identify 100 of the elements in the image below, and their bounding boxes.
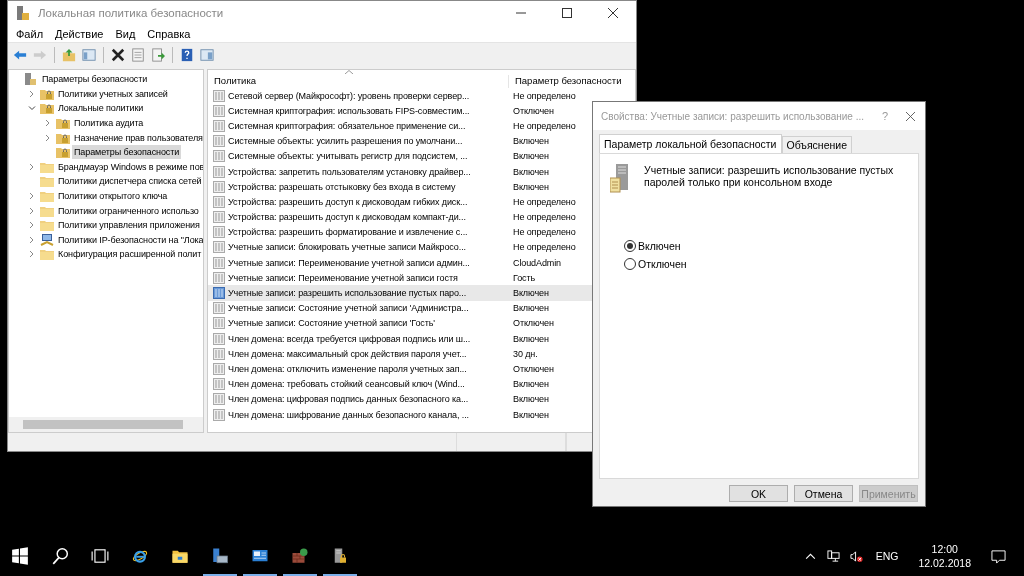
tree-item[interactable]: Параметры безопасности bbox=[40, 72, 150, 87]
policy-name: Член домена: цифровая подпись данных безопасного ка... bbox=[228, 394, 469, 405]
policy-row[interactable]: Системная криптография: обязательное применение си... Не определено bbox=[208, 118, 592, 134]
policy-icon bbox=[213, 317, 225, 330]
policy-row[interactable]: Устройства: запретить пользователям установку драйвер... Включен bbox=[208, 163, 592, 180]
export-list-icon[interactable] bbox=[150, 47, 166, 63]
tab[interactable]: Объяснение bbox=[781, 136, 852, 153]
clock-time[interactable]: 12:00 bbox=[931, 542, 958, 556]
policy-name: Системная криптография: использовать FIPS-совместим... bbox=[228, 105, 470, 116]
expand-chevron-icon[interactable] bbox=[28, 235, 36, 244]
policy-name: Член домена: требовать стойкий сеансовый ключ (Wind... bbox=[228, 379, 465, 390]
tree-item[interactable]: Политики ограниченного использо bbox=[56, 203, 201, 218]
policy-setting: Не определено bbox=[512, 242, 576, 253]
policy-row[interactable]: Член домена: отключить изменение пароля учетных зап... Отключен bbox=[208, 361, 592, 377]
locked-folder-icon bbox=[40, 87, 54, 100]
tree-item[interactable]: Назначение прав пользователя bbox=[72, 130, 203, 145]
column-header[interactable]: Параметр безопасности bbox=[509, 75, 628, 88]
policy-icon bbox=[213, 408, 225, 421]
policy-icon bbox=[213, 271, 225, 284]
policy-icon bbox=[213, 287, 225, 300]
policy-row[interactable]: Учетные записи: блокировать учетные записи Майкросо... Не определено bbox=[208, 239, 592, 256]
menu-item[interactable]: Вид bbox=[109, 27, 142, 40]
language-indicator[interactable]: ENG bbox=[867, 550, 907, 562]
policy-row[interactable]: Член домена: максимальный срок действия пароля учет... 30 дн. bbox=[208, 346, 592, 362]
window-view-icon[interactable] bbox=[199, 47, 215, 63]
policy-icon bbox=[213, 180, 225, 193]
expand-chevron-icon[interactable] bbox=[28, 206, 36, 215]
menu-item[interactable]: Справка bbox=[141, 27, 197, 40]
policy-icon bbox=[213, 195, 225, 208]
policy-setting: Не определено bbox=[512, 90, 576, 101]
policy-row[interactable]: Член домена: шифрование данных безопасного канала, ... Включен bbox=[208, 406, 592, 423]
expand-chevron-icon[interactable] bbox=[28, 192, 36, 201]
tree-item[interactable]: Политики диспетчера списка сетей bbox=[56, 174, 203, 189]
tree-item[interactable]: Политики учетных записей bbox=[56, 86, 170, 101]
policy-setting: Не определено bbox=[512, 227, 576, 238]
delete-icon[interactable] bbox=[110, 47, 126, 63]
dialog-button[interactable]: Отмена bbox=[794, 485, 853, 502]
menu-item[interactable]: Действие bbox=[49, 27, 110, 40]
tree-item[interactable]: Брандмауэр Windows в режиме пов bbox=[56, 159, 203, 174]
expand-chevron-icon[interactable] bbox=[28, 89, 36, 98]
policy-setting: Включен bbox=[512, 166, 549, 177]
policy-icon bbox=[213, 302, 225, 315]
policy-row[interactable]: Устройства: разрешать отстыковку без входа в систему Включен bbox=[208, 179, 592, 195]
expand-chevron-icon[interactable] bbox=[44, 133, 52, 142]
policy-icon bbox=[213, 241, 225, 254]
radio-label[interactable]: Включен bbox=[638, 240, 681, 252]
tree-item[interactable]: Политики открытого ключа bbox=[56, 189, 170, 204]
column-header[interactable]: Политика bbox=[208, 75, 509, 88]
policy-row[interactable]: Учетные записи: Состояние учетной записи 'Администра... Включен bbox=[208, 300, 592, 316]
policy-name: Системная криптография: обязательное применение си... bbox=[228, 120, 466, 131]
help-icon[interactable] bbox=[179, 47, 195, 63]
policy-row[interactable]: Сетевой сервер (Майкрософт): уровень проверки сервер... Не определено bbox=[208, 88, 592, 104]
policy-name: Устройства: разрешать отстыковку без входа в систему bbox=[228, 181, 456, 192]
policy-row[interactable]: Системные объекты: усилить разрешения по умолчани... Включен bbox=[208, 133, 592, 149]
policy-name: Устройства: разрешить форматирование и извлечение с... bbox=[228, 227, 468, 238]
policy-setting: Не определено bbox=[512, 212, 576, 223]
menu-item[interactable]: Файл bbox=[10, 27, 50, 40]
radio-button[interactable] bbox=[624, 240, 636, 252]
tree-item[interactable]: Политики IP-безопасности на "Лока bbox=[56, 232, 203, 247]
policy-row[interactable]: Системные объекты: учитывать регистр для подсистем, ... Включен bbox=[208, 148, 592, 164]
tree-item[interactable]: Политики управления приложения bbox=[56, 218, 202, 233]
tab[interactable]: Параметр локальной безопасности bbox=[599, 134, 782, 153]
expand-chevron-icon[interactable] bbox=[44, 119, 52, 128]
policy-icon bbox=[213, 226, 225, 239]
policy-row[interactable]: Член домена: требовать стойкий сеансовый ключ (Wind... Включен bbox=[208, 376, 592, 392]
policy-row[interactable]: Член домена: всегда требуется цифровая подпись или ш... Включен bbox=[208, 331, 592, 347]
expand-chevron-icon[interactable] bbox=[28, 250, 36, 259]
tree-item[interactable]: Локальные политики bbox=[56, 101, 146, 116]
console-tree-icon[interactable] bbox=[81, 47, 97, 63]
dialog-button[interactable]: OK bbox=[729, 485, 788, 502]
policy-name: Учетные записи: разрешить использование пустых паро... bbox=[228, 288, 467, 299]
policy-icon bbox=[213, 378, 225, 391]
policy-row[interactable]: Устройства: разрешить форматирование и извлечение с... Не определено bbox=[208, 224, 592, 240]
policy-row[interactable]: Член домена: цифровая подпись данных безопасного ка... Включен bbox=[208, 391, 592, 407]
expand-chevron-icon[interactable] bbox=[28, 162, 36, 171]
folder-icon bbox=[40, 204, 54, 217]
radio-label[interactable]: Отключен bbox=[638, 258, 687, 270]
policy-row[interactable]: Учетные записи: разрешить использование пустых паро... Включен bbox=[208, 285, 592, 301]
tree-item[interactable]: Параметры безопасности bbox=[72, 145, 182, 160]
policy-row[interactable]: Учетные записи: Переименование учетной записи гостя Гость bbox=[208, 270, 592, 286]
tree-item[interactable]: Политика аудита bbox=[72, 116, 146, 131]
policy-icon bbox=[213, 393, 225, 406]
horizontal-scrollbar[interactable] bbox=[9, 417, 203, 432]
clock-date[interactable]: 12.02.2018 bbox=[918, 556, 971, 570]
policy-name: Учетные записи: Состояние учетной записи 'Гость' bbox=[228, 318, 435, 329]
collapse-chevron-icon[interactable] bbox=[28, 104, 36, 113]
tree-item[interactable]: Конфигурация расширенной полит bbox=[56, 247, 203, 262]
policy-row[interactable]: Системная криптография: использовать FIPS-совместим... Отключен bbox=[208, 103, 592, 119]
policy-row[interactable]: Устройства: разрешить доступ к дисководам компакт-ди... Не определено bbox=[208, 209, 592, 225]
policy-setting: Включен bbox=[512, 288, 549, 299]
radio-button[interactable] bbox=[624, 258, 636, 270]
policy-row[interactable]: Устройства: разрешить доступ к дисководам гибких диск... Не определено bbox=[208, 194, 592, 210]
folder-icon bbox=[40, 190, 54, 203]
locked-folder-icon bbox=[56, 131, 70, 144]
expand-chevron-icon[interactable] bbox=[28, 221, 36, 230]
policy-row[interactable]: Учетные записи: Состояние учетной записи 'Гость' Отключен bbox=[208, 315, 592, 331]
policy-setting: Отключен bbox=[512, 105, 554, 116]
policy-row[interactable]: Учетные записи: Переименование учетной записи админ... CloudAdmin bbox=[208, 255, 592, 271]
up-folder-icon[interactable] bbox=[61, 47, 77, 63]
policy-icon bbox=[213, 211, 225, 224]
